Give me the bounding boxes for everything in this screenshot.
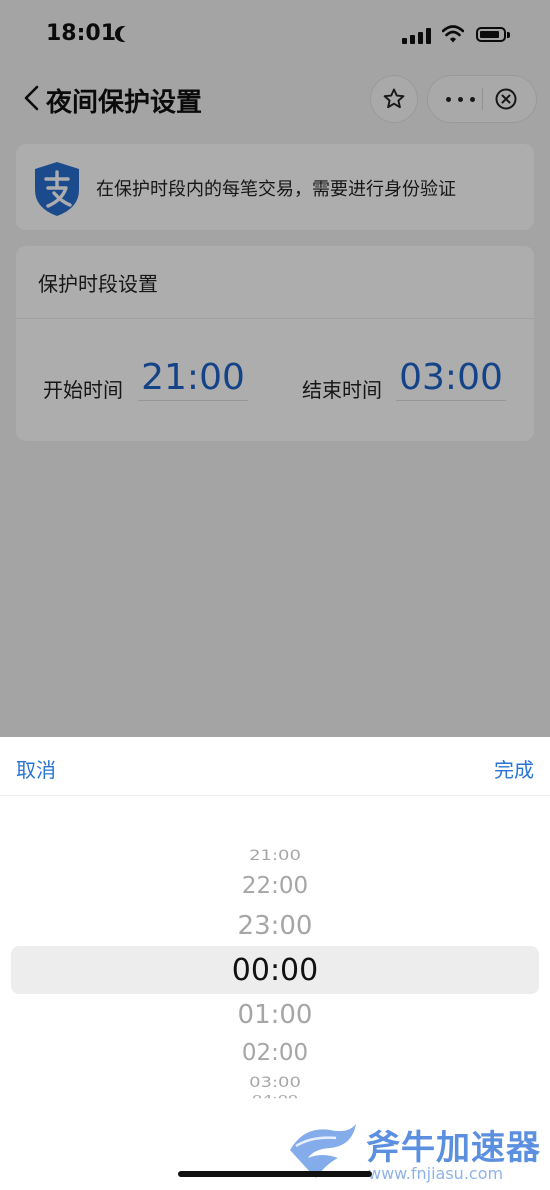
watermark-url: www.fnjiasu.com xyxy=(368,1164,504,1183)
wheel-option[interactable]: 21:00 xyxy=(0,847,550,864)
done-button[interactable]: 完成 xyxy=(494,754,534,783)
wheel-option[interactable]: 01:00 xyxy=(0,1000,550,1030)
wheel-option[interactable]: 23:00 xyxy=(0,911,550,941)
wheel-option[interactable]: 22:00 xyxy=(0,873,550,899)
cancel-button[interactable]: 取消 xyxy=(16,754,56,783)
watermark-text: 斧牛加速器 xyxy=(366,1128,541,1168)
wheel-option[interactable]: 02:00 xyxy=(0,1040,550,1066)
wheel-option-selected[interactable]: 00:00 xyxy=(0,953,550,988)
watermark: 斧牛加速器 www.fnjiasu.com xyxy=(286,1116,550,1190)
wheel-option[interactable]: 04:00 xyxy=(0,1093,550,1098)
picker-toolbar: 取消 完成 xyxy=(0,737,550,796)
wheel-option[interactable]: 03:00 xyxy=(0,1074,550,1091)
home-indicator xyxy=(178,1171,372,1177)
modal-overlay[interactable] xyxy=(0,0,550,737)
